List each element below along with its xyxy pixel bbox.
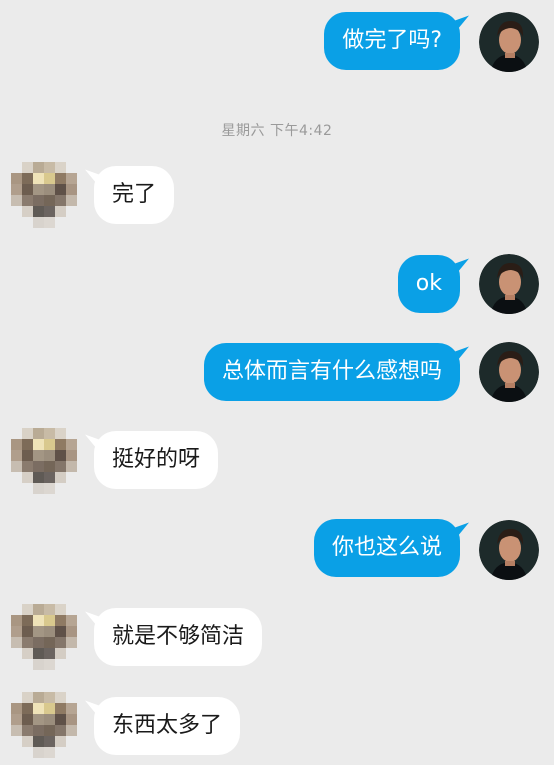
message-text: 东西太多了 (112, 713, 223, 738)
message-bubble-incoming[interactable]: 挺好的呀 (94, 431, 219, 489)
message-text: 总体而言有什么感想吗 (221, 359, 442, 384)
self-avatar[interactable] (479, 342, 539, 402)
message-text: 挺好的呀 (112, 447, 201, 472)
message-text: 就是不够简洁 (112, 624, 245, 649)
message-bubble-outgoing[interactable]: 总体而言有什么感想吗 (203, 343, 460, 401)
other-avatar[interactable] (11, 692, 77, 758)
message-text: ok (415, 271, 442, 296)
self-avatar[interactable] (479, 12, 539, 72)
message-bubble-outgoing[interactable]: 做完了吗? (324, 12, 460, 70)
message-text: 做完了吗? (342, 28, 442, 53)
message-bubble-incoming[interactable]: 东西太多了 (94, 697, 241, 755)
message-bubble-incoming[interactable]: 完了 (94, 166, 175, 224)
other-avatar[interactable] (11, 162, 77, 228)
chat-thread[interactable]: 做完了吗? 星期六 下午4:42 完了 ok 总体而言有什么感想吗 挺好的呀 你… (0, 0, 554, 765)
message-bubble-incoming[interactable]: 就是不够简洁 (94, 608, 263, 666)
other-avatar[interactable] (11, 604, 77, 670)
message-text: 你也这么说 (331, 535, 442, 560)
timestamp: 星期六 下午4:42 (221, 123, 333, 139)
other-avatar[interactable] (11, 428, 77, 494)
message-text: 完了 (112, 182, 157, 207)
self-avatar[interactable] (479, 254, 539, 314)
self-avatar[interactable] (479, 520, 539, 580)
message-bubble-outgoing[interactable]: ok (397, 255, 460, 313)
message-bubble-outgoing[interactable]: 你也这么说 (313, 519, 460, 577)
